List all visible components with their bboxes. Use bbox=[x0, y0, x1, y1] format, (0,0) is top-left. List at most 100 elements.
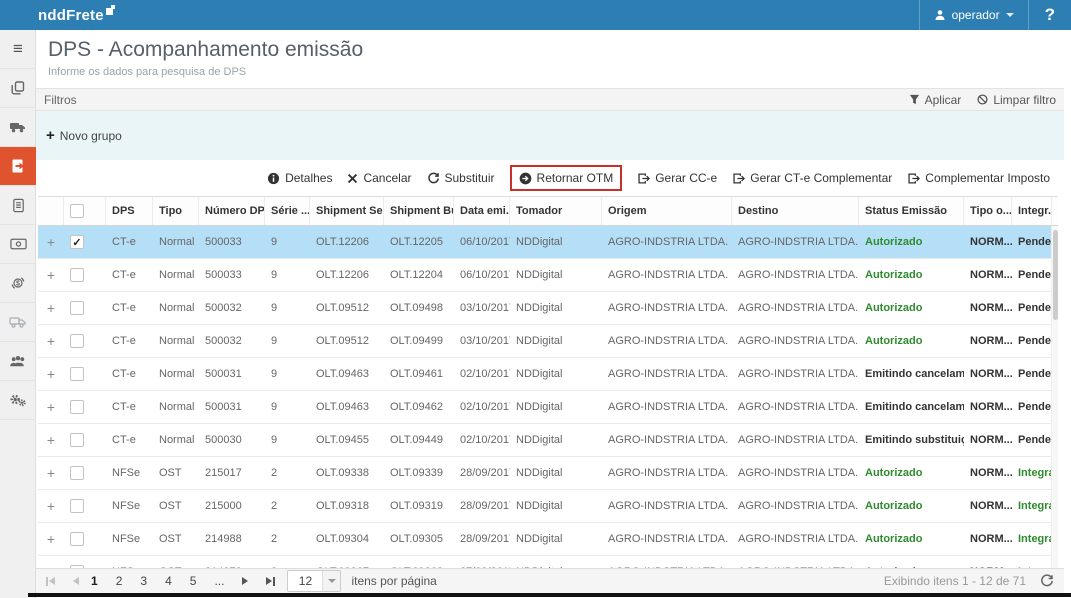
cell-destino: AGRO-INDSTRIA LTDA. bbox=[738, 467, 859, 479]
cell-sell: OLT.12206 bbox=[316, 269, 370, 281]
cell-tomador: NDDigital bbox=[516, 401, 563, 413]
pager-page-3[interactable]: 3 bbox=[140, 574, 147, 588]
apply-filter-button[interactable]: Aplicar bbox=[909, 93, 961, 107]
row-expander[interactable]: + bbox=[38, 358, 64, 390]
pager-page-1[interactable]: 1 bbox=[91, 574, 98, 588]
row-expander[interactable]: + bbox=[38, 226, 64, 258]
pager-page-4[interactable]: 4 bbox=[165, 574, 172, 588]
row-checkbox[interactable] bbox=[64, 292, 106, 324]
sidebar-item-money[interactable] bbox=[0, 225, 36, 264]
column-header-tipo_o[interactable]: Tipo o... bbox=[964, 197, 1012, 225]
table-row[interactable]: + NFSe OST 215000 2 OLT.09318 OLT.09319 28/09/2… bbox=[38, 490, 1058, 523]
column-header-tipo[interactable]: Tipo bbox=[153, 197, 199, 225]
select-all-checkbox[interactable] bbox=[70, 204, 84, 218]
row-checkbox[interactable] bbox=[64, 523, 106, 555]
pager-page-...[interactable]: ... bbox=[214, 574, 224, 588]
pager-page-5[interactable]: 5 bbox=[190, 574, 197, 588]
new-group-label: Novo grupo bbox=[59, 128, 122, 143]
sidebar-item-users[interactable] bbox=[0, 342, 36, 381]
row-checkbox[interactable] bbox=[64, 457, 106, 489]
new-group-button[interactable]: + Novo grupo bbox=[46, 127, 122, 144]
truck-light-icon bbox=[9, 315, 27, 329]
row-checkbox[interactable]: ✓ bbox=[64, 226, 106, 258]
row-expander[interactable]: + bbox=[38, 424, 64, 456]
column-header-buy[interactable]: Shipment Buy bbox=[384, 197, 454, 225]
sidebar-item-financial[interactable]: $ bbox=[0, 264, 36, 303]
filters-bar: Filtros Aplicar Limpar filtro bbox=[36, 88, 1064, 111]
pager-page-2[interactable]: 2 bbox=[116, 574, 123, 588]
pager-last-button[interactable] bbox=[266, 576, 276, 586]
column-header-numero[interactable]: Número DPS bbox=[199, 197, 265, 225]
column-header-integr[interactable]: Integr... bbox=[1012, 197, 1052, 225]
scrollbar-thumb[interactable] bbox=[1053, 230, 1058, 320]
sidebar-item-settings[interactable] bbox=[0, 381, 36, 420]
row-checkbox[interactable] bbox=[64, 424, 106, 456]
cell-destino: AGRO-INDSTRIA LTDA. bbox=[738, 335, 859, 347]
column-header-tomador[interactable]: Tomador bbox=[510, 197, 602, 225]
cancelar-button[interactable]: Cancelar bbox=[347, 171, 412, 185]
row-expander[interactable]: + bbox=[38, 325, 64, 357]
column-header-serie[interactable]: Série ... bbox=[265, 197, 310, 225]
table-row[interactable]: + CT-e Normal 500030 9 OLT.09455 OLT.09449 02/1… bbox=[38, 424, 1058, 457]
page-size-select[interactable]: 12 bbox=[287, 570, 342, 592]
gerar-cte-complementar-button[interactable]: Gerar CT-e Complementar bbox=[732, 171, 892, 185]
pager-next-button[interactable] bbox=[242, 577, 249, 585]
truck-icon bbox=[9, 120, 27, 134]
complementar-imposto-button[interactable]: Complementar Imposto bbox=[907, 171, 1050, 185]
detalhes-button[interactable]: Detalhes bbox=[267, 171, 332, 185]
cell-tipo_o: NORM... bbox=[970, 335, 1012, 347]
table-row[interactable]: + CT-e Normal 500033 9 OLT.12206 OLT.12204 06/1… bbox=[38, 259, 1058, 292]
pager-prev-button[interactable] bbox=[73, 577, 79, 585]
vertical-scrollbar[interactable] bbox=[1051, 226, 1058, 569]
column-header-check[interactable] bbox=[64, 197, 106, 225]
clear-filter-button[interactable]: Limpar filtro bbox=[977, 93, 1056, 107]
column-header-dps[interactable]: DPS bbox=[106, 197, 153, 225]
pager: 1 2 3 4 5... 12 itens por página Exibindo it… bbox=[36, 568, 1064, 593]
row-expander[interactable]: + bbox=[38, 292, 64, 324]
row-checkbox[interactable] bbox=[64, 358, 106, 390]
table-row[interactable]: + CT-e Normal 500032 9 OLT.09512 OLT.09498 03/1… bbox=[38, 292, 1058, 325]
substituir-button[interactable]: Substituir bbox=[427, 171, 495, 185]
row-expander[interactable]: + bbox=[38, 523, 64, 555]
row-checkbox[interactable] bbox=[64, 391, 106, 423]
pager-first-button[interactable] bbox=[46, 576, 55, 586]
column-header-data[interactable]: Data emi... bbox=[454, 197, 510, 225]
cell-sell: OLT.09455 bbox=[316, 434, 370, 446]
row-checkbox[interactable] bbox=[64, 490, 106, 522]
row-checkbox[interactable] bbox=[64, 325, 106, 357]
table-row[interactable]: + NFSe OST 215017 2 OLT.09338 OLT.09339 28/09/2… bbox=[38, 457, 1058, 490]
table-row[interactable]: + CT-e Normal 500031 9 OLT.09463 OLT.09462 02/1… bbox=[38, 391, 1058, 424]
sidebar-item-menu[interactable]: ≡ bbox=[0, 30, 36, 69]
column-header-destino[interactable]: Destino bbox=[732, 197, 859, 225]
cell-tipo_o: NORM... bbox=[970, 467, 1012, 479]
row-expander[interactable]: + bbox=[38, 391, 64, 423]
row-checkbox[interactable] bbox=[64, 259, 106, 291]
user-name: operador bbox=[951, 8, 1000, 22]
cell-tipo_o: NORM... bbox=[970, 269, 1012, 281]
sidebar-item-documents[interactable] bbox=[0, 69, 36, 108]
cell-dps: CT-e bbox=[112, 269, 136, 281]
table-row[interactable]: + NFSe OST 214988 2 OLT.09304 OLT.09305 28/09/2… bbox=[38, 523, 1058, 556]
row-expander[interactable]: + bbox=[38, 490, 64, 522]
column-header-origem[interactable]: Origem bbox=[602, 197, 732, 225]
cell-status: Autorizado bbox=[865, 236, 923, 248]
detalhes-label: Detalhes bbox=[285, 171, 333, 185]
row-expander[interactable]: + bbox=[38, 259, 64, 291]
refresh-icon[interactable] bbox=[1040, 574, 1054, 588]
row-expander[interactable]: + bbox=[38, 457, 64, 489]
retornar-otm-button[interactable]: Retornar OTM bbox=[509, 165, 623, 191]
substituir-label: Substituir bbox=[444, 171, 495, 185]
sidebar-item-delivery[interactable] bbox=[0, 303, 36, 342]
gerar-cce-button[interactable]: Gerar CC-e bbox=[637, 171, 717, 185]
table-row[interactable]: + CT-e Normal 500032 9 OLT.09512 OLT.09499 03/1… bbox=[38, 325, 1058, 358]
column-header-status[interactable]: Status Emissão bbox=[859, 197, 964, 225]
table-row[interactable]: + ✓ CT-e Normal 500033 9 OLT.12206 OLT.12205 06/… bbox=[38, 226, 1058, 259]
sidebar-item-dps-emission[interactable] bbox=[0, 147, 36, 186]
cell-tipo_o: NORM... bbox=[970, 236, 1012, 248]
sidebar-item-fleet[interactable] bbox=[0, 108, 36, 147]
table-row[interactable]: + CT-e Normal 500031 9 OLT.09463 OLT.09461 02/1… bbox=[38, 358, 1058, 391]
help-button[interactable]: ? bbox=[1027, 0, 1071, 30]
column-header-sell[interactable]: Shipment Sell bbox=[310, 197, 384, 225]
sidebar-item-document[interactable] bbox=[0, 186, 36, 225]
user-menu[interactable]: operador bbox=[918, 0, 1028, 30]
